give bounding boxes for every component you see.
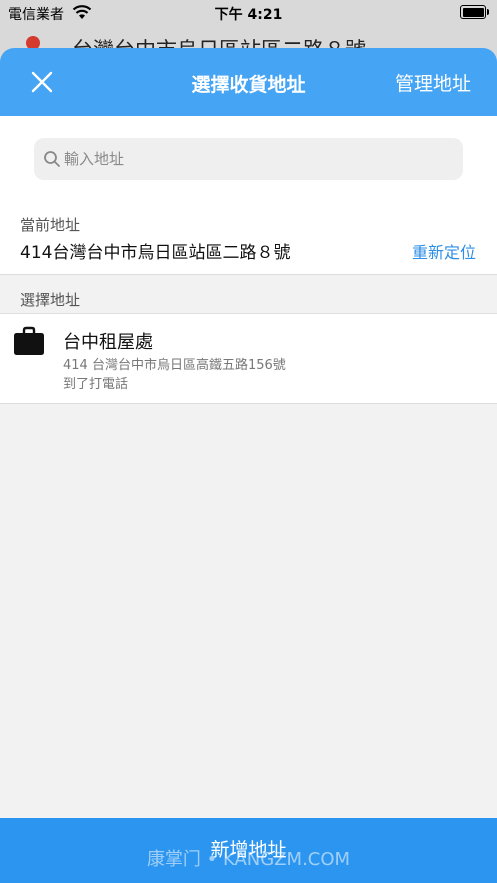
battery-icon	[460, 5, 489, 19]
relocate-button[interactable]: 重新定位	[412, 239, 476, 263]
current-location-label: 當前地址	[20, 216, 81, 234]
choose-address-label: 選擇地址	[20, 291, 81, 309]
clock: 下午 4:21	[214, 7, 283, 23]
manage-address-button[interactable]: 管理地址	[395, 69, 471, 96]
current-location: 當前地址 414台灣台中市烏日區站區二路８號 重新定位	[0, 196, 497, 275]
briefcase-icon	[14, 326, 44, 355]
search-icon	[44, 151, 60, 167]
current-location-address: 414台灣台中市烏日區站區二路８號	[20, 243, 291, 263]
sheet-header: 選擇收貨地址 管理地址	[0, 48, 497, 116]
choose-address-section: 選擇地址	[0, 275, 497, 313]
address-name: 台中租屋處	[63, 332, 153, 353]
address-note: 到了打電話	[63, 377, 129, 392]
address-sheet: 選擇收貨地址 管理地址 當前地址 414台灣台中市烏日區站區二路８號 重新定位 …	[0, 48, 497, 883]
address-detail: 414 台灣台中市烏日區高鐵五路156號	[63, 358, 286, 373]
address-list-item[interactable]: 台中租屋處 414 台灣台中市烏日區高鐵五路156號 到了打電話	[0, 313, 497, 404]
search-section	[0, 116, 497, 196]
search-box[interactable]	[34, 138, 463, 180]
status-bar: 電信業者 下午 4:21	[0, 0, 497, 26]
search-input[interactable]	[64, 138, 444, 180]
add-address-button[interactable]: 新增地址	[0, 818, 497, 883]
